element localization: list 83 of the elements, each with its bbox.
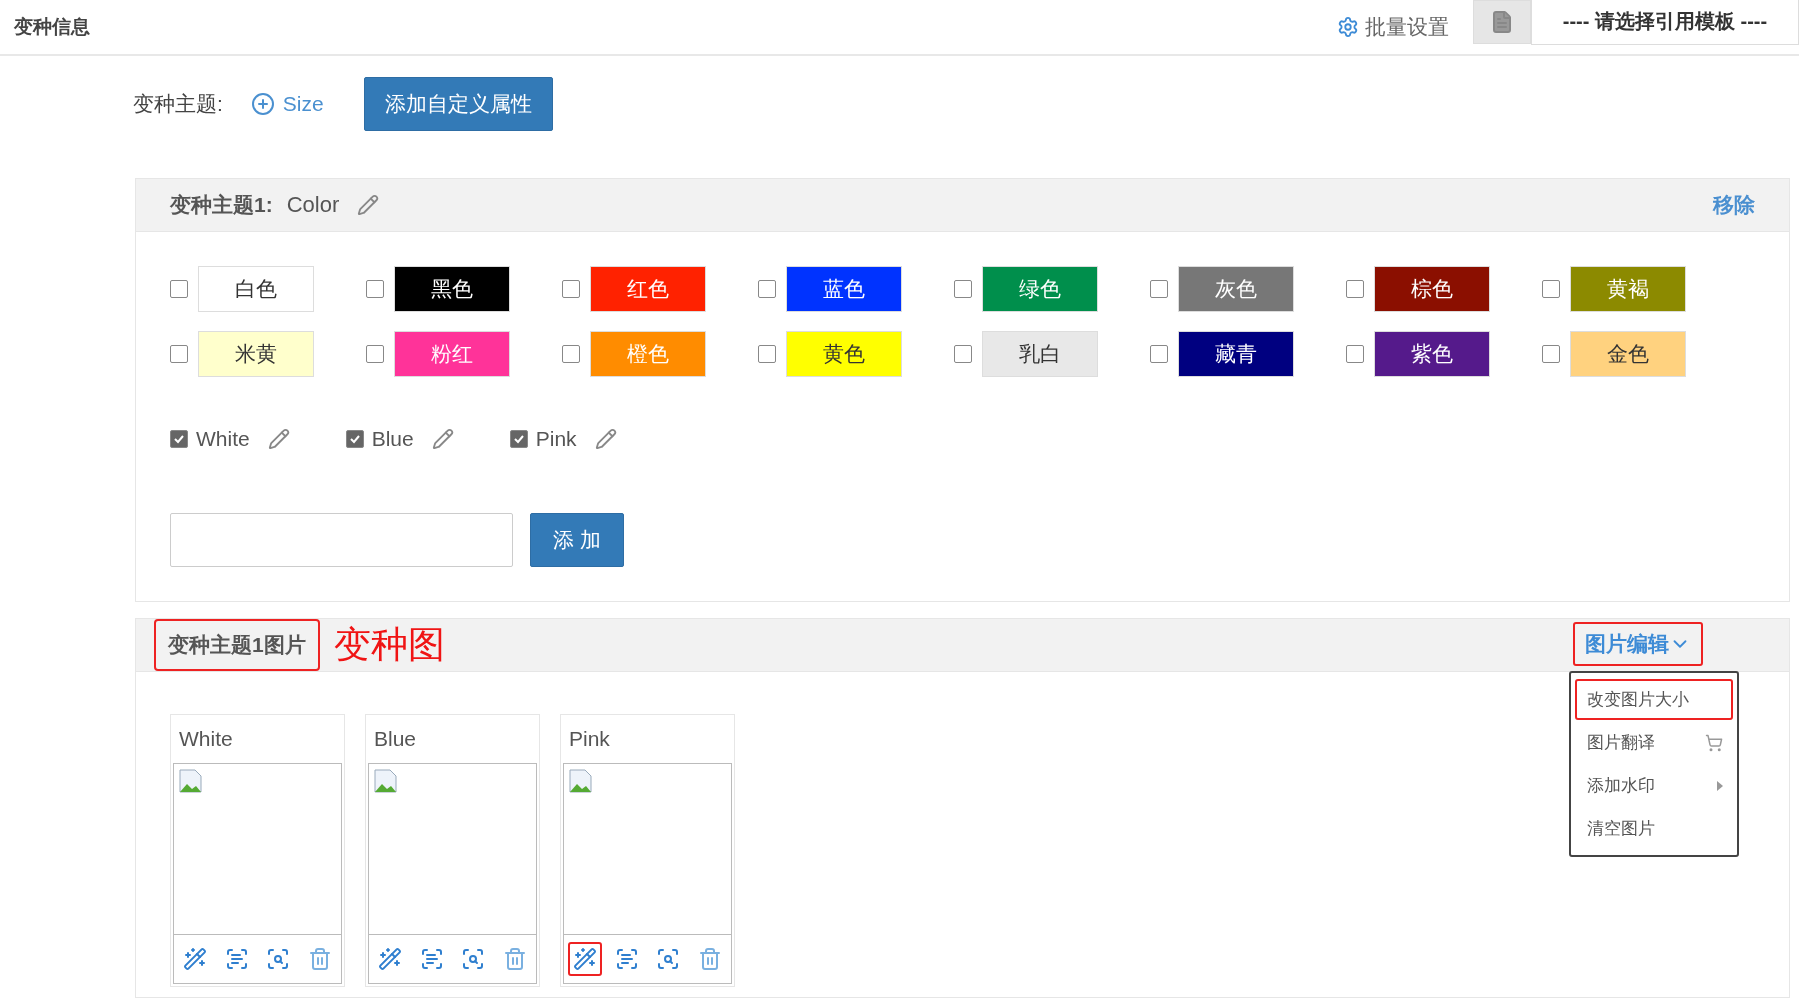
wand-icon [572, 947, 597, 971]
checkbox[interactable] [1542, 280, 1560, 298]
color-swatch[interactable]: 金色 [1570, 331, 1686, 377]
batch-settings-button[interactable]: 批量设置 [1331, 12, 1455, 42]
broken-image-icon [178, 768, 204, 794]
theme-title: 变种主题1: [170, 192, 273, 218]
checkbox[interactable] [1542, 345, 1560, 363]
card-title: Pink [568, 726, 611, 752]
color-swatch[interactable]: 白色 [198, 266, 314, 312]
menu-item[interactable]: 改变图片大小 [1575, 679, 1733, 720]
theme-label: 变种主题: [133, 91, 223, 117]
color-swatch[interactable]: 红色 [590, 266, 706, 312]
wand-icon [182, 947, 207, 971]
check-icon [348, 433, 361, 445]
card-title: White [178, 726, 234, 752]
add-icon [250, 92, 275, 116]
trash-icon [308, 947, 333, 971]
checkbox[interactable] [170, 345, 188, 363]
menu-item[interactable]: 图片翻译 [1575, 722, 1733, 763]
theme-name: Color [286, 192, 340, 218]
scan-search-icon [461, 947, 486, 971]
template-button[interactable] [1473, 0, 1531, 44]
checkbox[interactable] [1346, 345, 1364, 363]
scan-search-icon [266, 947, 291, 971]
checkbox[interactable] [509, 430, 528, 448]
menu-item[interactable]: 清空图片 [1575, 808, 1733, 849]
checkbox[interactable] [366, 280, 384, 298]
check-icon [512, 433, 525, 445]
add-button[interactable]: 添 加 [530, 513, 624, 567]
scan-text-icon [224, 947, 249, 971]
checkbox[interactable] [345, 430, 364, 448]
checkbox[interactable] [758, 280, 776, 298]
checkbox[interactable] [954, 280, 972, 298]
template-select[interactable]: ---- 请选择引用模板 ---- [1531, 0, 1799, 45]
image-section-title: 变种主题1图片 [154, 619, 320, 671]
trash-icon [503, 947, 528, 971]
card-title: Blue [373, 726, 418, 752]
checkbox[interactable] [954, 345, 972, 363]
checkbox[interactable] [1150, 345, 1168, 363]
checkbox[interactable] [758, 345, 776, 363]
color-swatch[interactable]: 绿色 [982, 266, 1098, 312]
broken-image-icon [568, 768, 594, 794]
broken-image-icon [373, 768, 399, 794]
pencil-icon[interactable] [594, 428, 617, 450]
wand-icon [377, 947, 402, 971]
color-swatch[interactable]: 黑色 [394, 266, 510, 312]
color-swatch[interactable]: 蓝色 [786, 266, 902, 312]
pencil-icon[interactable] [267, 428, 290, 450]
scan-text-icon [419, 947, 444, 971]
checkbox[interactable] [562, 345, 580, 363]
checkbox[interactable] [170, 430, 188, 448]
menu-item[interactable]: 添加水印 [1575, 765, 1733, 806]
checkbox[interactable] [562, 280, 580, 298]
section-title: 变种信息 [14, 15, 90, 39]
color-swatch[interactable]: 乳白 [982, 331, 1098, 377]
color-swatch[interactable]: 棕色 [1374, 266, 1490, 312]
annotation-text: 变种图 [333, 623, 445, 667]
color-swatch[interactable]: 藏青 [1178, 331, 1294, 377]
scan-text-icon [614, 947, 639, 971]
value-label: Blue [371, 427, 414, 451]
pencil-icon[interactable] [357, 194, 380, 216]
checkbox[interactable] [366, 345, 384, 363]
value-label: Pink [535, 427, 577, 451]
color-swatch[interactable]: 黄色 [786, 331, 902, 377]
trash-icon [698, 947, 723, 971]
cart-icon [1705, 733, 1723, 752]
color-swatch[interactable]: 米黄 [198, 331, 314, 377]
submenu-arrow-icon [1717, 780, 1723, 791]
value-label: White [196, 427, 250, 451]
color-swatch[interactable]: 黄褐 [1570, 266, 1686, 312]
checkbox[interactable] [170, 280, 188, 298]
color-swatch[interactable]: 灰色 [1178, 266, 1294, 312]
value-input[interactable] [170, 513, 513, 567]
document-icon [1490, 10, 1514, 34]
settings-icon [1337, 16, 1359, 38]
check-icon [173, 433, 185, 445]
custom-attribute-button[interactable]: 添加自定义属性 [363, 77, 553, 131]
scan-search-icon [656, 947, 681, 971]
checkbox[interactable] [1150, 280, 1168, 298]
pencil-icon[interactable] [431, 428, 454, 450]
image-tool-button[interactable] [567, 942, 602, 976]
color-swatch[interactable]: 紫色 [1374, 331, 1490, 377]
checkbox[interactable] [1346, 280, 1364, 298]
